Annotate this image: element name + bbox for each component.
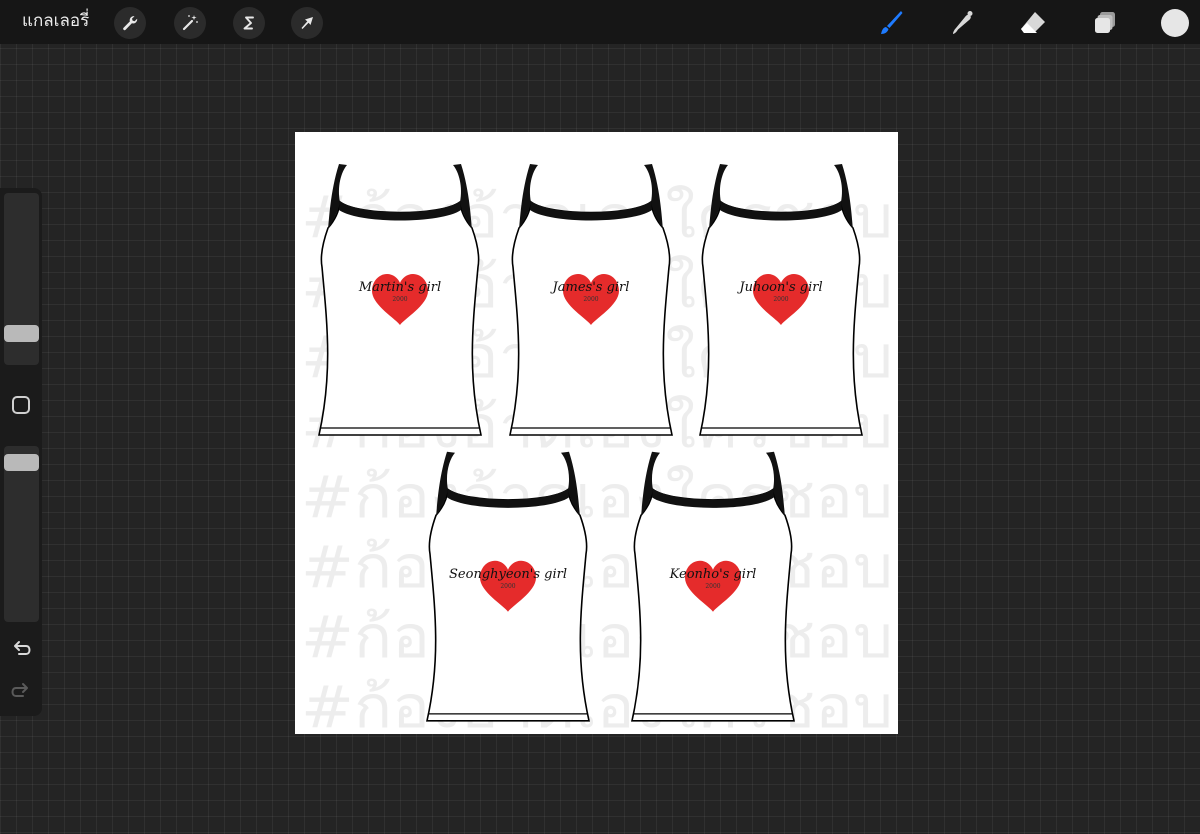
watermark-text: #ก้องอ้าดเองใครชอบ [301, 673, 893, 734]
selection-s-icon [243, 16, 254, 30]
redo-icon[interactable] [9, 678, 33, 702]
selection-button[interactable] [233, 7, 265, 39]
opacity-thumb[interactable] [4, 453, 39, 471]
gallery-button[interactable]: แกลเลอรี่ [22, 10, 89, 32]
sidebar [0, 188, 42, 716]
top-label: Seonghyeon's girl [449, 567, 567, 582]
artwork: #ก้องอ้าดเองใครชอบ#ก้องอ้าดเองใครชอบ#ก้อ… [301, 164, 893, 734]
layers-button[interactable] [1090, 8, 1120, 38]
watermark-text: #ก้องอ้าดเองใครชอบ [301, 603, 893, 671]
opacity-slider[interactable] [4, 446, 39, 622]
top-year: 2000 [705, 583, 720, 590]
brush-tool[interactable] [875, 8, 905, 38]
brush-icon [881, 11, 903, 34]
eraser-tool[interactable] [1018, 8, 1048, 38]
top-label: James's girl [550, 280, 630, 295]
top-year: 2000 [583, 296, 598, 303]
undo-icon[interactable] [9, 636, 33, 660]
brush-size-thumb[interactable] [4, 324, 39, 342]
top-year: 2000 [773, 296, 788, 303]
layers-icon [1095, 12, 1115, 33]
top-toolbar: แกลเลอรี่ [0, 0, 1200, 44]
color-picker-swatch[interactable] [1161, 9, 1189, 37]
top-year: 2000 [500, 583, 515, 590]
watermark-text: #ก้องอ้าดเองใครชอบ [301, 463, 893, 531]
smudge-tool[interactable] [947, 8, 977, 38]
actions-button[interactable] [114, 7, 146, 39]
top-label: Juhoon's girl [736, 280, 822, 295]
top-label: Keonho's girl [669, 567, 757, 582]
top-label: Martin's girl [358, 280, 441, 295]
smudge-icon [953, 11, 973, 34]
top-year: 2000 [392, 296, 407, 303]
eraser-icon [1021, 12, 1045, 33]
arrow-cursor-icon [301, 17, 313, 29]
wrench-icon [123, 16, 138, 31]
watermark-text: #ก้องอ้าดเองใครชอบ [301, 533, 893, 601]
modify-button[interactable] [12, 396, 30, 414]
adjustments-button[interactable] [174, 7, 206, 39]
drawing-canvas[interactable]: #ก้องอ้าดเองใครชอบ #ก้องอ้าดเองใครชอบ #ก้อ… [295, 132, 898, 734]
magic-wand-icon [182, 15, 198, 31]
transform-button[interactable] [291, 7, 323, 39]
